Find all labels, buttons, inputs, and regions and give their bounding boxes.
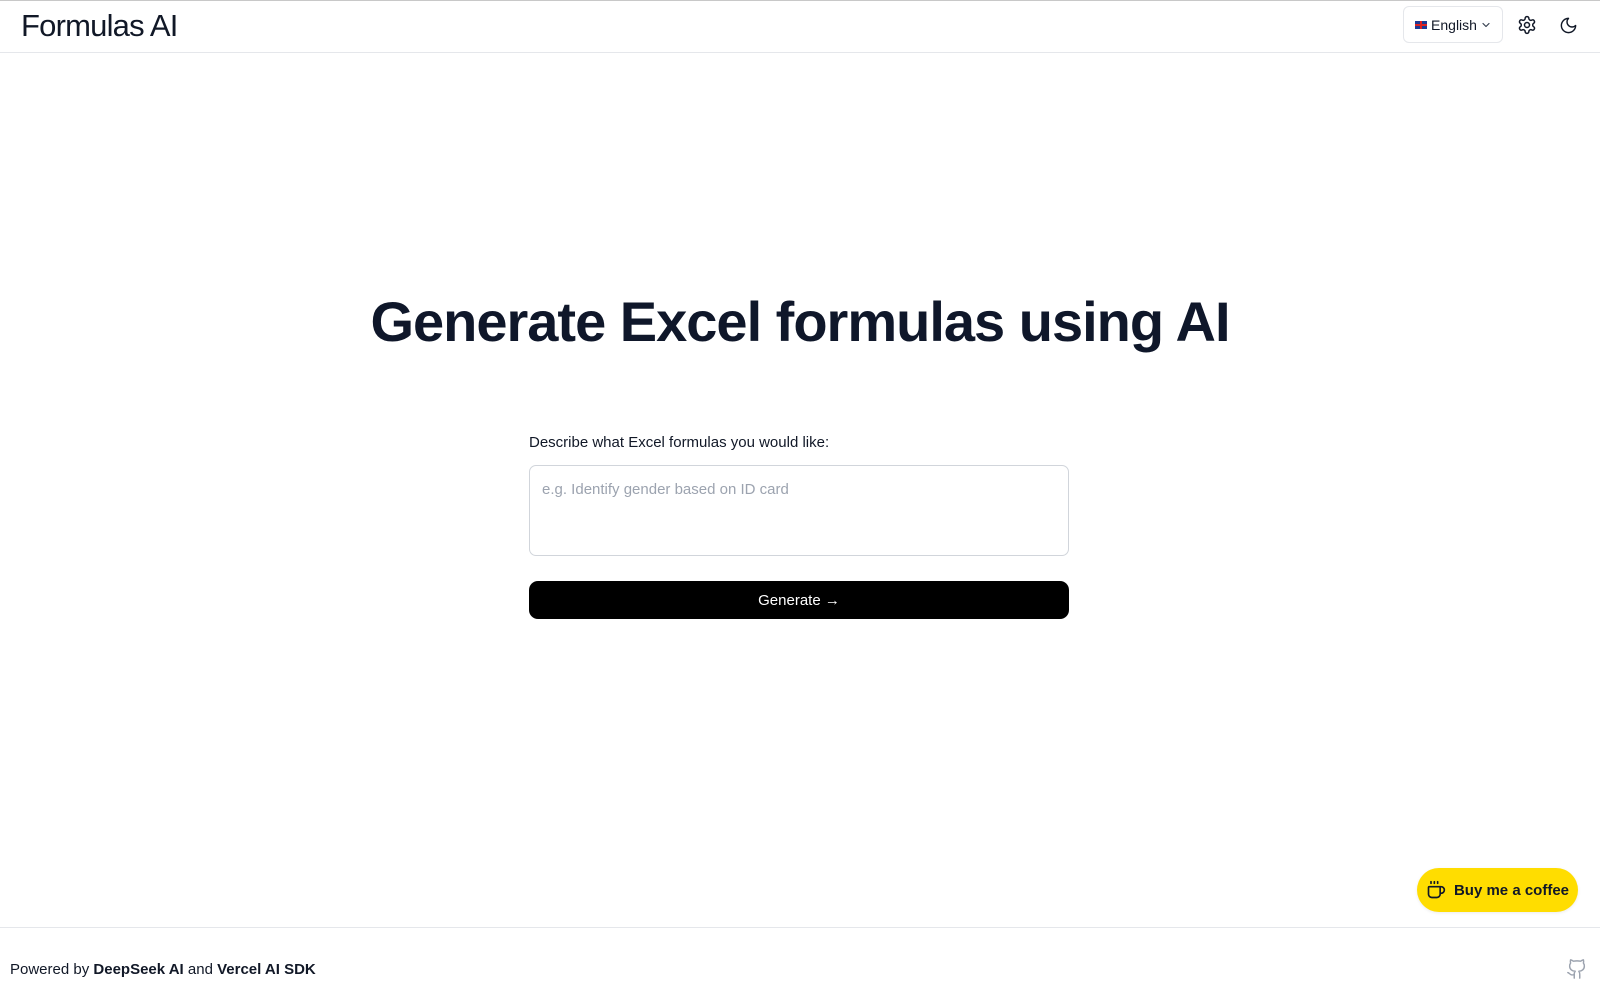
- flag-uk-icon: [1415, 20, 1428, 29]
- coffee-label: Buy me a coffee: [1453, 881, 1570, 899]
- top-navbar: Formulas AI English: [0, 1, 1600, 53]
- github-icon[interactable]: [1566, 958, 1588, 980]
- language-select[interactable]: English: [1403, 6, 1503, 43]
- brand-logo[interactable]: Formulas AI: [21, 6, 178, 46]
- gear-icon: [1518, 15, 1536, 35]
- buy-me-a-coffee-button[interactable]: Buy me a coffee: [1417, 868, 1578, 912]
- chevron-down-icon: [1482, 22, 1490, 27]
- page-title: Generate Excel formulas using AI: [370, 290, 1230, 353]
- generate-button[interactable]: Generate →: [529, 581, 1069, 619]
- settings-button[interactable]: [1514, 12, 1540, 38]
- deepseek-link[interactable]: DeepSeek AI: [93, 961, 183, 978]
- formula-description-input[interactable]: [529, 465, 1069, 556]
- vercel-ai-sdk-link[interactable]: Vercel AI SDK: [217, 961, 316, 978]
- coffee-cup-icon: [1427, 880, 1446, 899]
- footer: Powered by DeepSeek AI and Vercel AI SDK: [0, 927, 1600, 998]
- powered-by-text: Powered by DeepSeek AI and Vercel AI SDK: [10, 961, 316, 978]
- app-page: Formulas AI English Generate Excel formu…: [0, 0, 1600, 998]
- powered-by-prefix: Powered by: [10, 961, 90, 978]
- prompt-label: Describe what Excel formulas you would l…: [529, 434, 830, 451]
- moon-icon: [1560, 17, 1576, 33]
- theme-toggle-button[interactable]: [1555, 12, 1581, 38]
- powered-by-joiner: and: [187, 961, 213, 978]
- language-label: English: [1431, 16, 1477, 33]
